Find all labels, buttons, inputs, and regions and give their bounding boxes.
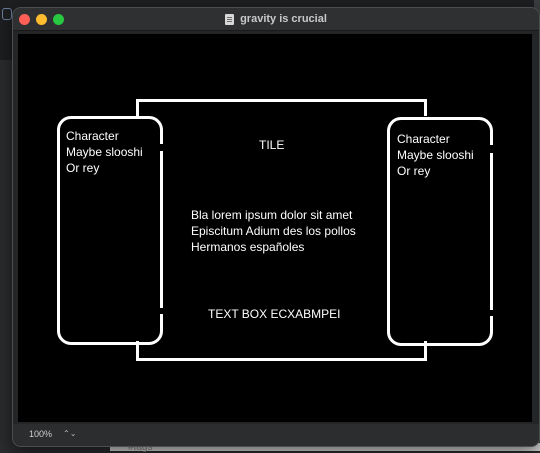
left-panel-gap-top xyxy=(158,144,166,151)
zoom-level[interactable]: 100% xyxy=(29,429,52,439)
top-left-frame-tick xyxy=(136,99,139,116)
right-panel-line1: Character xyxy=(397,132,450,146)
paragraph-line2: Episcitum Adium des los pollos xyxy=(191,224,356,238)
right-panel-line3: Or rey xyxy=(397,164,431,178)
left-panel-gap-bottom xyxy=(158,308,166,314)
right-panel-gap-bottom xyxy=(489,310,496,316)
right-panel-line2: Maybe slooshi xyxy=(397,148,474,162)
top-right-frame-tick xyxy=(424,99,427,116)
right-panel-text: Character Maybe slooshi Or rey xyxy=(397,131,474,179)
top-frame-line xyxy=(136,99,427,102)
left-panel-line1: Character xyxy=(66,129,119,143)
right-panel-gap-top xyxy=(489,145,496,153)
left-panel-line3: Or rey xyxy=(66,161,100,175)
status-bar: 100% ⌃⌄ xyxy=(13,424,539,446)
zoom-stepper-icon[interactable]: ⌃⌄ xyxy=(63,429,76,438)
text-box-label: TEXT BOX ECXABMPEI xyxy=(208,307,341,321)
desktop-shield-icon xyxy=(2,8,12,20)
left-panel-text: Character Maybe slooshi Or rey xyxy=(66,128,143,176)
paragraph-line3: Hermanos españoles xyxy=(191,240,305,254)
window-title: gravity is crucial xyxy=(240,13,327,25)
title-bar[interactable]: gravity is crucial xyxy=(13,8,539,31)
paragraph-line1: Bla lorem ipsum dolor sit amet xyxy=(191,208,353,222)
preview-window: gravity is crucial Character Maybe sloos… xyxy=(12,7,540,447)
left-panel-line2: Maybe slooshi xyxy=(66,145,143,159)
title-wrap: gravity is crucial xyxy=(13,8,539,30)
bottom-frame-line xyxy=(136,358,427,361)
tile-heading: TILE xyxy=(259,138,285,152)
body-paragraph: Bla lorem ipsum dolor sit amet Episcitum… xyxy=(191,207,356,255)
drawing-canvas[interactable]: Character Maybe slooshi Or rey Character… xyxy=(18,34,532,422)
document-icon xyxy=(225,13,235,25)
